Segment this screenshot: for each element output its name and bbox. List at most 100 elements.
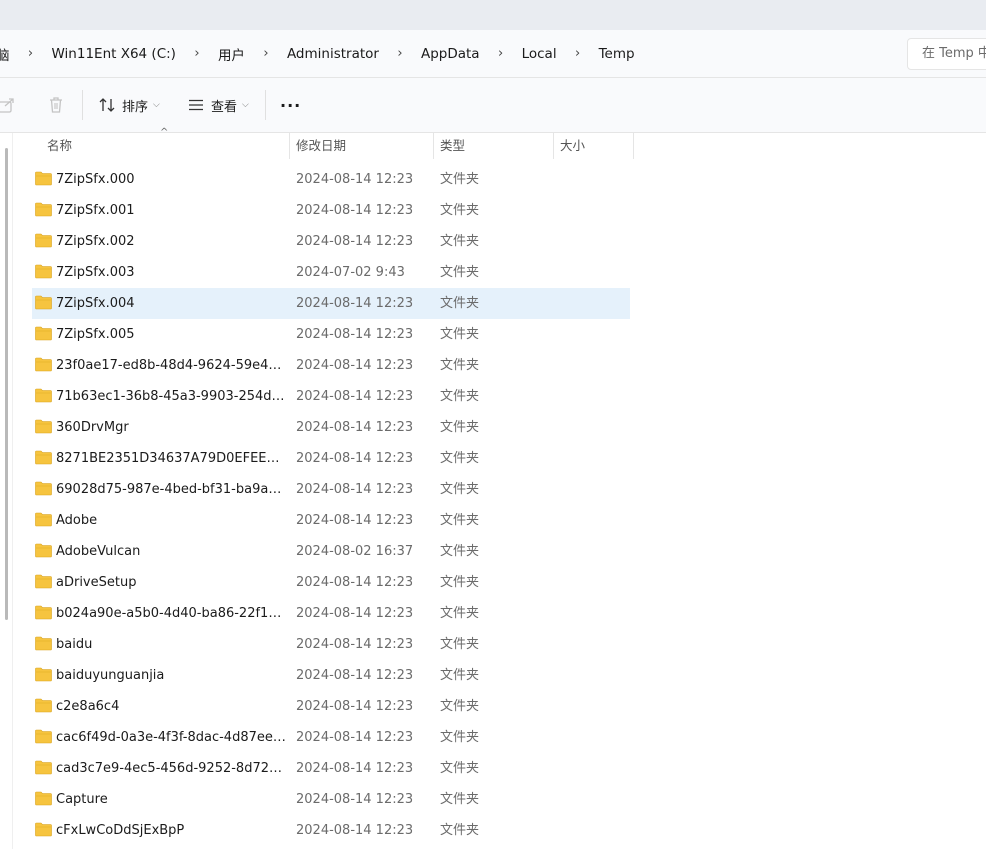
file-type: 文件夹 (440, 203, 480, 218)
chevron-right-icon[interactable]: › (184, 46, 210, 61)
file-row[interactable]: 360DrvMgr 2024-08-14 12:23 文件夹 (32, 412, 630, 443)
file-name: b024a90e-a5b0-4d40-ba86-22f123e0... (56, 606, 288, 621)
file-list: 7ZipSfx.000 2024-08-14 12:23 文件夹 7ZipSfx.00… (32, 164, 630, 846)
file-modified-date: 2024-08-14 12:23 (296, 358, 414, 373)
sort-label: 排序 (122, 99, 149, 115)
file-row[interactable]: 7ZipSfx.004 2024-08-14 12:23 文件夹 (32, 288, 630, 319)
breadcrumb-item-appdata[interactable]: AppData (413, 42, 488, 66)
folder-icon (35, 512, 52, 527)
navigation-pane-scrollbar[interactable] (5, 148, 8, 620)
folder-icon (35, 357, 52, 372)
file-modified-date: 2024-08-14 12:23 (296, 234, 414, 249)
file-row[interactable]: cad3c7e9-4ec5-456d-9252-8d72179f... 2024-… (32, 753, 630, 784)
chevron-right-icon[interactable]: › (387, 46, 413, 61)
view-button[interactable]: 查看 ⌵ (187, 92, 249, 118)
chevron-right-icon[interactable]: › (565, 46, 591, 61)
file-name: 8271BE2351D34637A79D0EFEEBE7A0... (56, 451, 288, 466)
file-row[interactable]: cFxLwCoDdSjExBpP 2024-08-14 12:23 文件夹 (32, 815, 630, 846)
breadcrumb-item-drive[interactable]: Win11Ent X64 (C:) (44, 42, 184, 66)
chevron-right-icon[interactable]: › (253, 46, 279, 61)
search-input[interactable]: 在 Temp 中搜索 (907, 38, 986, 70)
file-name: cFxLwCoDdSjExBpP (56, 823, 185, 838)
file-row[interactable]: 7ZipSfx.000 2024-08-14 12:23 文件夹 (32, 164, 630, 195)
file-type: 文件夹 (440, 420, 480, 435)
folder-icon (35, 543, 52, 558)
breadcrumb-item-administrator[interactable]: Administrator (279, 42, 387, 66)
breadcrumb-item-temp[interactable]: Temp (591, 42, 643, 66)
file-name: Capture (56, 792, 108, 807)
chevron-down-icon: ⌵ (242, 100, 249, 110)
sort-button[interactable]: 排序 ⌵ (98, 92, 160, 118)
file-row[interactable]: baidu 2024-08-14 12:23 文件夹 (32, 629, 630, 660)
folder-icon (35, 667, 52, 682)
folder-icon (35, 326, 52, 341)
file-modified-date: 2024-08-14 12:23 (296, 420, 414, 435)
file-row[interactable]: cac6f49d-0a3e-4f3f-8dac-4d87eeb9d... 2024… (32, 722, 630, 753)
file-type: 文件夹 (440, 637, 480, 652)
address-bar[interactable]: 脑 › Win11Ent X64 (C:) › 用户 › Administrat… (0, 30, 986, 78)
file-type: 文件夹 (440, 575, 480, 590)
file-name: 7ZipSfx.002 (56, 234, 135, 249)
file-row[interactable]: baiduyunguanjia 2024-08-14 12:23 文件夹 (32, 660, 630, 691)
file-modified-date: 2024-08-14 12:23 (296, 606, 414, 621)
file-modified-date: 2024-08-14 12:23 (296, 203, 414, 218)
folder-icon (35, 171, 52, 186)
file-type: 文件夹 (440, 544, 480, 559)
chevron-right-icon[interactable]: › (488, 46, 514, 61)
file-name: 7ZipSfx.000 (56, 172, 135, 187)
file-row[interactable]: 71b63ec1-36b8-45a3-9903-254d3b0... 2024-0… (32, 381, 630, 412)
file-modified-date: 2024-08-14 12:23 (296, 172, 414, 187)
column-header-size[interactable]: 大小 (553, 133, 634, 159)
file-row[interactable]: 8271BE2351D34637A79D0EFEEBE7A0... 2024-08… (32, 443, 630, 474)
file-modified-date: 2024-08-14 12:23 (296, 699, 414, 714)
more-options-button[interactable]: ··· (280, 92, 301, 118)
folder-icon (35, 202, 52, 217)
file-type: 文件夹 (440, 606, 480, 621)
file-row[interactable]: 7ZipSfx.001 2024-08-14 12:23 文件夹 (32, 195, 630, 226)
file-name: baiduyunguanjia (56, 668, 165, 683)
breadcrumb-item-local[interactable]: Local (514, 42, 565, 66)
file-modified-date: 2024-08-14 12:23 (296, 389, 414, 404)
file-type: 文件夹 (440, 451, 480, 466)
file-row[interactable]: b024a90e-a5b0-4d40-ba86-22f123e0... 2024-… (32, 598, 630, 629)
chevron-right-icon[interactable]: › (18, 46, 44, 61)
folder-icon (35, 760, 52, 775)
column-header-row: 名称 ^ 修改日期 类型 大小 (0, 127, 986, 159)
file-row[interactable]: c2e8a6c4 2024-08-14 12:23 文件夹 (32, 691, 630, 722)
folder-icon (35, 388, 52, 403)
file-type: 文件夹 (440, 699, 480, 714)
file-row[interactable]: Adobe 2024-08-14 12:23 文件夹 (32, 505, 630, 536)
file-type: 文件夹 (440, 172, 480, 187)
file-row[interactable]: AdobeVulcan 2024-08-02 16:37 文件夹 (32, 536, 630, 567)
file-name: cac6f49d-0a3e-4f3f-8dac-4d87eeb9d... (56, 730, 288, 745)
share-icon[interactable] (0, 94, 18, 116)
toolbar-divider (82, 90, 83, 120)
file-row[interactable]: aDriveSetup 2024-08-14 12:23 文件夹 (32, 567, 630, 598)
file-name: 360DrvMgr (56, 420, 129, 435)
file-row[interactable]: 23f0ae17-ed8b-48d4-9624-59e43f07... 2024-… (32, 350, 630, 381)
breadcrumb: 脑 › Win11Ent X64 (C:) › 用户 › Administrat… (0, 30, 643, 77)
file-type: 文件夹 (440, 234, 480, 249)
file-row[interactable]: 7ZipSfx.005 2024-08-14 12:23 文件夹 (32, 319, 630, 350)
file-modified-date: 2024-08-14 12:23 (296, 668, 414, 683)
file-row[interactable]: 7ZipSfx.002 2024-08-14 12:23 文件夹 (32, 226, 630, 257)
breadcrumb-item-users[interactable]: 用户 (210, 40, 253, 68)
navigation-pane-edge (12, 133, 13, 849)
file-modified-date: 2024-08-14 12:23 (296, 482, 414, 497)
title-bar (0, 0, 986, 30)
delete-icon[interactable] (45, 94, 67, 116)
file-row[interactable]: 7ZipSfx.003 2024-07-02 9:43 文件夹 (32, 257, 630, 288)
file-row[interactable]: 69028d75-987e-4bed-bf31-ba9a10e... 2024-0… (32, 474, 630, 505)
folder-icon (35, 481, 52, 496)
file-type: 文件夹 (440, 513, 480, 528)
folder-icon (35, 419, 52, 434)
file-type: 文件夹 (440, 389, 480, 404)
file-modified-date: 2024-08-14 12:23 (296, 761, 414, 776)
file-type: 文件夹 (440, 296, 480, 311)
file-name: Adobe (56, 513, 98, 528)
column-header-date[interactable]: 修改日期 (289, 133, 434, 159)
file-row[interactable]: Capture 2024-08-14 12:23 文件夹 (32, 784, 630, 815)
column-header-type[interactable]: 类型 (433, 133, 554, 159)
file-modified-date: 2024-08-14 12:23 (296, 823, 414, 838)
breadcrumb-item-this-pc[interactable]: 脑 (0, 40, 18, 68)
